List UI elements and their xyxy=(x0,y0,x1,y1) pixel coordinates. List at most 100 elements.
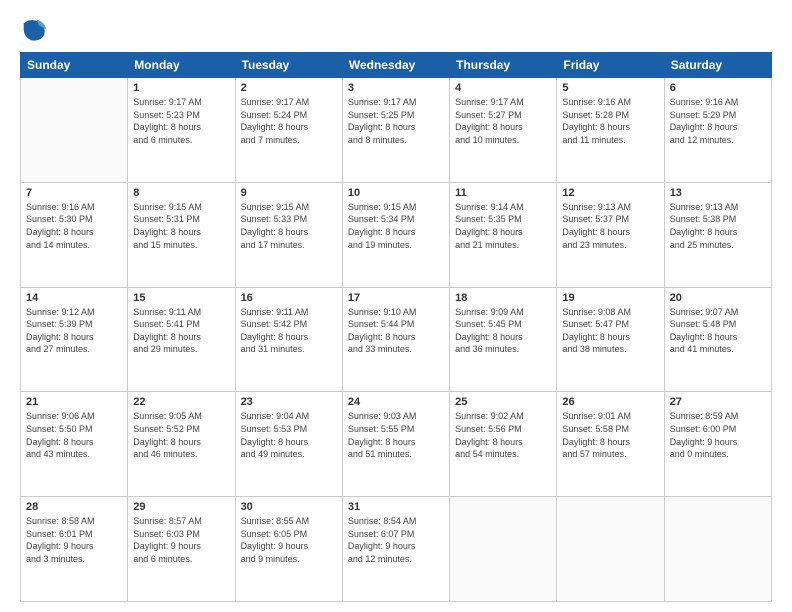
calendar-cell xyxy=(21,78,128,183)
weekday-header-thursday: Thursday xyxy=(450,53,557,78)
header xyxy=(20,16,772,44)
day-number: 7 xyxy=(26,187,122,199)
calendar-cell: 3 Sunrise: 9:17 AM Sunset: 5:25 PM Daylig… xyxy=(342,78,449,183)
weekday-header-friday: Friday xyxy=(557,53,664,78)
day-info: Sunrise: 9:15 AM Sunset: 5:34 PM Dayligh… xyxy=(348,201,444,251)
day-info: Sunrise: 9:14 AM Sunset: 5:35 PM Dayligh… xyxy=(455,201,551,251)
day-number: 20 xyxy=(670,292,766,304)
calendar-cell: 26 Sunrise: 9:01 AM Sunset: 5:58 PM Dayli… xyxy=(557,392,664,497)
day-number: 29 xyxy=(133,501,229,513)
day-info: Sunrise: 9:08 AM Sunset: 5:47 PM Dayligh… xyxy=(562,306,658,356)
day-number: 18 xyxy=(455,292,551,304)
day-info: Sunrise: 9:11 AM Sunset: 5:41 PM Dayligh… xyxy=(133,306,229,356)
weekday-header-sunday: Sunday xyxy=(21,53,128,78)
day-number: 24 xyxy=(348,396,444,408)
day-info: Sunrise: 9:12 AM Sunset: 5:39 PM Dayligh… xyxy=(26,306,122,356)
calendar-cell: 30 Sunrise: 8:55 AM Sunset: 6:05 PM Dayli… xyxy=(235,497,342,602)
calendar-cell: 14 Sunrise: 9:12 AM Sunset: 5:39 PM Dayli… xyxy=(21,287,128,392)
calendar-cell: 27 Sunrise: 8:59 AM Sunset: 6:00 PM Dayli… xyxy=(664,392,771,497)
day-number: 17 xyxy=(348,292,444,304)
day-number: 2 xyxy=(241,82,337,94)
day-info: Sunrise: 9:13 AM Sunset: 5:38 PM Dayligh… xyxy=(670,201,766,251)
calendar-cell: 18 Sunrise: 9:09 AM Sunset: 5:45 PM Dayli… xyxy=(450,287,557,392)
day-info: Sunrise: 9:07 AM Sunset: 5:48 PM Dayligh… xyxy=(670,306,766,356)
day-number: 27 xyxy=(670,396,766,408)
day-number: 3 xyxy=(348,82,444,94)
calendar-cell: 29Sunrise: 8:57 AM Sunset: 6:03 PM Dayli… xyxy=(128,497,235,602)
day-number: 30 xyxy=(241,501,337,513)
day-info: Sunrise: 8:55 AM Sunset: 6:05 PM Dayligh… xyxy=(241,515,337,565)
day-number: 1 xyxy=(133,82,229,94)
day-info: Sunrise: 9:17 AM Sunset: 5:24 PM Dayligh… xyxy=(241,96,337,146)
calendar-cell: 8 Sunrise: 9:15 AM Sunset: 5:31 PM Daylig… xyxy=(128,182,235,287)
weekday-header-saturday: Saturday xyxy=(664,53,771,78)
week-row-3: 21 Sunrise: 9:06 AM Sunset: 5:50 PM Dayli… xyxy=(21,392,772,497)
calendar-thead: SundayMondayTuesdayWednesdayThursdayFrid… xyxy=(21,53,772,78)
calendar-cell xyxy=(664,497,771,602)
day-info: Sunrise: 9:15 AM Sunset: 5:31 PM Dayligh… xyxy=(133,201,229,251)
day-info: Sunrise: 9:16 AM Sunset: 5:28 PM Dayligh… xyxy=(562,96,658,146)
day-number: 6 xyxy=(670,82,766,94)
day-info: Sunrise: 9:03 AM Sunset: 5:55 PM Dayligh… xyxy=(348,410,444,460)
weekday-header-tuesday: Tuesday xyxy=(235,53,342,78)
day-info: Sunrise: 9:09 AM Sunset: 5:45 PM Dayligh… xyxy=(455,306,551,356)
calendar-cell: 15Sunrise: 9:11 AM Sunset: 5:41 PM Dayli… xyxy=(128,287,235,392)
day-number: 8 xyxy=(133,187,229,199)
calendar-cell: 1 Sunrise: 9:17 AM Sunset: 5:23 PM Daylig… xyxy=(128,78,235,183)
day-info: Sunrise: 9:13 AM Sunset: 5:37 PM Dayligh… xyxy=(562,201,658,251)
calendar-cell: 31Sunrise: 8:54 AM Sunset: 6:07 PM Dayli… xyxy=(342,497,449,602)
day-info: Sunrise: 9:05 AM Sunset: 5:52 PM Dayligh… xyxy=(133,410,229,460)
calendar-cell: 22 Sunrise: 9:05 AM Sunset: 5:52 PM Dayli… xyxy=(128,392,235,497)
calendar-cell: 10 Sunrise: 9:15 AM Sunset: 5:34 PM Dayli… xyxy=(342,182,449,287)
week-row-4: 28Sunrise: 8:58 AM Sunset: 6:01 PM Dayli… xyxy=(21,497,772,602)
day-info: Sunrise: 9:02 AM Sunset: 5:56 PM Dayligh… xyxy=(455,410,551,460)
day-info: Sunrise: 9:16 AM Sunset: 5:29 PM Dayligh… xyxy=(670,96,766,146)
calendar-cell: 5Sunrise: 9:16 AM Sunset: 5:28 PM Daylig… xyxy=(557,78,664,183)
calendar-cell: 16Sunrise: 9:11 AM Sunset: 5:42 PM Dayli… xyxy=(235,287,342,392)
calendar-cell xyxy=(450,497,557,602)
day-info: Sunrise: 8:58 AM Sunset: 6:01 PM Dayligh… xyxy=(26,515,122,565)
calendar-tbody: 1 Sunrise: 9:17 AM Sunset: 5:23 PM Daylig… xyxy=(21,78,772,602)
week-row-1: 7 Sunrise: 9:16 AM Sunset: 5:30 PM Daylig… xyxy=(21,182,772,287)
day-info: Sunrise: 9:10 AM Sunset: 5:44 PM Dayligh… xyxy=(348,306,444,356)
day-info: Sunrise: 9:17 AM Sunset: 5:23 PM Dayligh… xyxy=(133,96,229,146)
calendar-cell: 28Sunrise: 8:58 AM Sunset: 6:01 PM Dayli… xyxy=(21,497,128,602)
calendar-cell: 25 Sunrise: 9:02 AM Sunset: 5:56 PM Dayli… xyxy=(450,392,557,497)
day-number: 23 xyxy=(241,396,337,408)
calendar-cell: 2 Sunrise: 9:17 AM Sunset: 5:24 PM Daylig… xyxy=(235,78,342,183)
calendar-cell: 21 Sunrise: 9:06 AM Sunset: 5:50 PM Dayli… xyxy=(21,392,128,497)
day-number: 4 xyxy=(455,82,551,94)
day-number: 21 xyxy=(26,396,122,408)
weekday-header-monday: Monday xyxy=(128,53,235,78)
week-row-2: 14 Sunrise: 9:12 AM Sunset: 5:39 PM Dayli… xyxy=(21,287,772,392)
day-number: 22 xyxy=(133,396,229,408)
calendar-cell xyxy=(557,497,664,602)
day-info: Sunrise: 9:06 AM Sunset: 5:50 PM Dayligh… xyxy=(26,410,122,460)
day-info: Sunrise: 9:17 AM Sunset: 5:27 PM Dayligh… xyxy=(455,96,551,146)
calendar-cell: 7 Sunrise: 9:16 AM Sunset: 5:30 PM Daylig… xyxy=(21,182,128,287)
day-number: 26 xyxy=(562,396,658,408)
day-info: Sunrise: 8:59 AM Sunset: 6:00 PM Dayligh… xyxy=(670,410,766,460)
day-info: Sunrise: 9:16 AM Sunset: 5:30 PM Dayligh… xyxy=(26,201,122,251)
calendar-cell: 11Sunrise: 9:14 AM Sunset: 5:35 PM Dayli… xyxy=(450,182,557,287)
week-row-0: 1 Sunrise: 9:17 AM Sunset: 5:23 PM Daylig… xyxy=(21,78,772,183)
day-info: Sunrise: 9:17 AM Sunset: 5:25 PM Dayligh… xyxy=(348,96,444,146)
calendar-cell: 23Sunrise: 9:04 AM Sunset: 5:53 PM Dayli… xyxy=(235,392,342,497)
day-number: 25 xyxy=(455,396,551,408)
calendar-cell: 4 Sunrise: 9:17 AM Sunset: 5:27 PM Daylig… xyxy=(450,78,557,183)
page: SundayMondayTuesdayWednesdayThursdayFrid… xyxy=(0,0,792,612)
calendar-cell: 13Sunrise: 9:13 AM Sunset: 5:38 PM Dayli… xyxy=(664,182,771,287)
calendar-cell: 12 Sunrise: 9:13 AM Sunset: 5:37 PM Dayli… xyxy=(557,182,664,287)
calendar-table: SundayMondayTuesdayWednesdayThursdayFrid… xyxy=(20,52,772,602)
calendar: SundayMondayTuesdayWednesdayThursdayFrid… xyxy=(20,52,772,602)
day-number: 10 xyxy=(348,187,444,199)
day-number: 12 xyxy=(562,187,658,199)
day-number: 19 xyxy=(562,292,658,304)
day-info: Sunrise: 9:01 AM Sunset: 5:58 PM Dayligh… xyxy=(562,410,658,460)
day-number: 14 xyxy=(26,292,122,304)
day-info: Sunrise: 8:54 AM Sunset: 6:07 PM Dayligh… xyxy=(348,515,444,565)
calendar-cell: 20 Sunrise: 9:07 AM Sunset: 5:48 PM Dayli… xyxy=(664,287,771,392)
calendar-cell: 9Sunrise: 9:15 AM Sunset: 5:33 PM Daylig… xyxy=(235,182,342,287)
calendar-cell: 19 Sunrise: 9:08 AM Sunset: 5:47 PM Dayli… xyxy=(557,287,664,392)
day-info: Sunrise: 9:11 AM Sunset: 5:42 PM Dayligh… xyxy=(241,306,337,356)
